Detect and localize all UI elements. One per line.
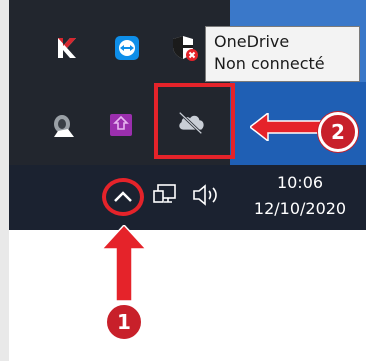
clock-time: 10:06 xyxy=(276,173,324,192)
kaspersky-icon[interactable] xyxy=(52,33,82,63)
clock-date: 12/10/2020 xyxy=(253,199,347,218)
onedrive-highlight-box xyxy=(154,83,235,159)
left-edge xyxy=(0,0,9,361)
up-chevron-icon xyxy=(114,191,132,202)
volume-icon[interactable] xyxy=(192,182,224,208)
tooltip-title: OneDrive xyxy=(214,32,290,51)
network-icon[interactable] xyxy=(152,182,178,208)
page-area xyxy=(9,230,366,361)
arrow-up-icon xyxy=(100,225,148,302)
onedrive-tooltip: OneDrive Non connecté xyxy=(205,26,360,82)
screenshot-frame: OneDrive Non connecté 2 10:06 12/10/2020… xyxy=(0,0,366,361)
shield-icon[interactable] xyxy=(170,33,200,63)
purple-app-icon[interactable] xyxy=(106,110,136,140)
speaker-icon[interactable] xyxy=(51,110,81,140)
teamviewer-icon[interactable] xyxy=(112,33,142,63)
taskbar-clock[interactable]: 10:06 12/10/2020 xyxy=(240,170,360,222)
show-hidden-icons-button[interactable] xyxy=(102,178,144,216)
step-1-badge: 1 xyxy=(104,302,144,342)
step-2-badge: 2 xyxy=(318,112,358,152)
tooltip-status: Non connecté xyxy=(214,54,325,73)
